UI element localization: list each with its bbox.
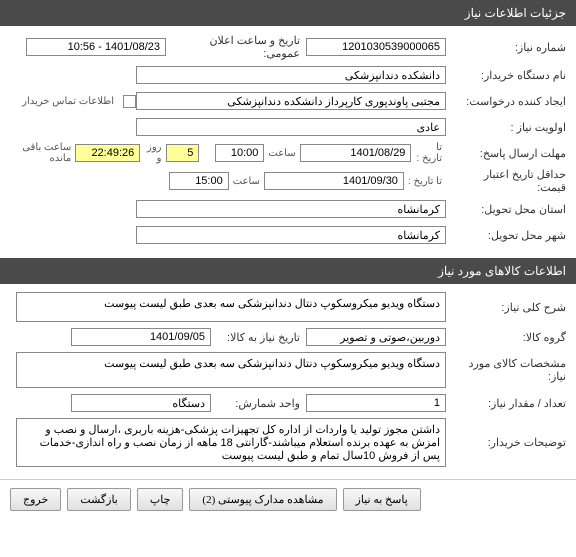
- qty-label: تعداد / مقدار نیاز:: [446, 397, 566, 410]
- need-no-field[interactable]: 1201030539000065: [306, 38, 446, 56]
- desc-label: شرح کلی نیاز:: [446, 301, 566, 314]
- buyer-field[interactable]: دانشکده دندانپزشکی: [136, 66, 446, 84]
- spec-field[interactable]: دستگاه ویدیو میکروسکوپ دنتال دندانپزشکی …: [16, 352, 446, 388]
- bottom-bar: پاسخ به نیاز مشاهده مدارک پیوستی (2) چاپ…: [0, 479, 576, 519]
- group-label: گروه کالا:: [446, 331, 566, 344]
- print-button[interactable]: چاپ: [137, 488, 184, 511]
- unit-label: واحد شمارش:: [211, 397, 306, 410]
- city-field[interactable]: کرمانشاه: [136, 226, 446, 244]
- validity-label: حداقل تاریخ اعتبار قیمت:: [446, 168, 566, 194]
- requester-field[interactable]: مجتبی پاوندپوری کارپرداز دانشکده دندانپز…: [136, 92, 446, 110]
- validity-to-date-label: تا تاریخ :: [404, 176, 446, 187]
- province-label: استان محل تحویل:: [446, 203, 566, 216]
- time-label-1: ساعت: [264, 148, 299, 159]
- goods-header-bar: اطلاعات کالاهای مورد نیاز: [0, 258, 576, 284]
- exit-button[interactable]: خروج: [10, 488, 61, 511]
- buyer-contact-checkbox[interactable]: [123, 95, 136, 108]
- spec-label: مشخصات کالای مورد نیاز:: [446, 357, 566, 383]
- header-title: جزئیات اطلاعات نیاز: [465, 6, 566, 20]
- to-date-label: تا تاریخ :: [411, 142, 446, 164]
- buyer-notes-label: توضیحات خریدار:: [446, 436, 566, 449]
- attachments-button[interactable]: مشاهده مدارک پیوستی (2): [189, 488, 336, 511]
- need-no-label: شماره نیاز:: [446, 41, 566, 54]
- priority-field[interactable]: عادی: [136, 118, 446, 136]
- need-to-date-field[interactable]: 1401/09/05: [71, 328, 211, 346]
- deadline-date-field[interactable]: 1401/08/29: [300, 144, 412, 162]
- goods-header-title: اطلاعات کالاهای مورد نیاز: [438, 264, 566, 278]
- requester-label: ایجاد کننده درخواست:: [446, 95, 566, 108]
- back-button[interactable]: بازگشت: [67, 488, 131, 511]
- deadline-time-field[interactable]: 10:00: [215, 144, 264, 162]
- time-label-2: ساعت: [229, 176, 264, 187]
- city-label: شهر محل تحویل:: [446, 229, 566, 242]
- province-field[interactable]: کرمانشاه: [136, 200, 446, 218]
- group-field[interactable]: دوربین،صوتی و تصویر: [306, 328, 446, 346]
- days-count-field: 5: [166, 144, 200, 162]
- buyer-notes-field[interactable]: داشتن مجوز تولید یا واردات از اداره کل ت…: [16, 418, 446, 467]
- respond-button[interactable]: پاسخ به نیاز: [343, 488, 421, 511]
- buyer-contact-label: اطلاعات تماس خریدار: [18, 96, 118, 107]
- validity-date-field[interactable]: 1401/09/30: [264, 172, 404, 190]
- validity-time-field[interactable]: 15:00: [169, 172, 229, 190]
- days-and-label: روز و: [140, 142, 165, 164]
- public-date-label: تاریخ و ساعت اعلان عمومی:: [166, 34, 306, 60]
- unit-field[interactable]: دستگاه: [71, 394, 211, 412]
- priority-label: اولویت نیاز :: [446, 121, 566, 134]
- countdown-field: 22:49:26: [75, 144, 140, 162]
- general-section: شماره نیاز: 1201030539000065 تاریخ و ساع…: [0, 26, 576, 258]
- desc-field[interactable]: دستگاه ویدیو میکروسکوپ دنتال دندانپزشکی …: [16, 292, 446, 322]
- deadline-label: مهلت ارسال پاسخ:: [446, 147, 566, 160]
- header-bar: جزئیات اطلاعات نیاز: [0, 0, 576, 26]
- remaining-label: ساعت باقی مانده: [10, 142, 75, 164]
- buyer-label: نام دستگاه خریدار:: [446, 69, 566, 82]
- public-date-field[interactable]: 1401/08/23 - 10:56: [26, 38, 166, 56]
- need-to-date-label: تاریخ نیاز به کالا:: [211, 331, 306, 344]
- goods-section: شرح کلی نیاز: دستگاه ویدیو میکروسکوپ دنت…: [0, 284, 576, 479]
- qty-field[interactable]: 1: [306, 394, 446, 412]
